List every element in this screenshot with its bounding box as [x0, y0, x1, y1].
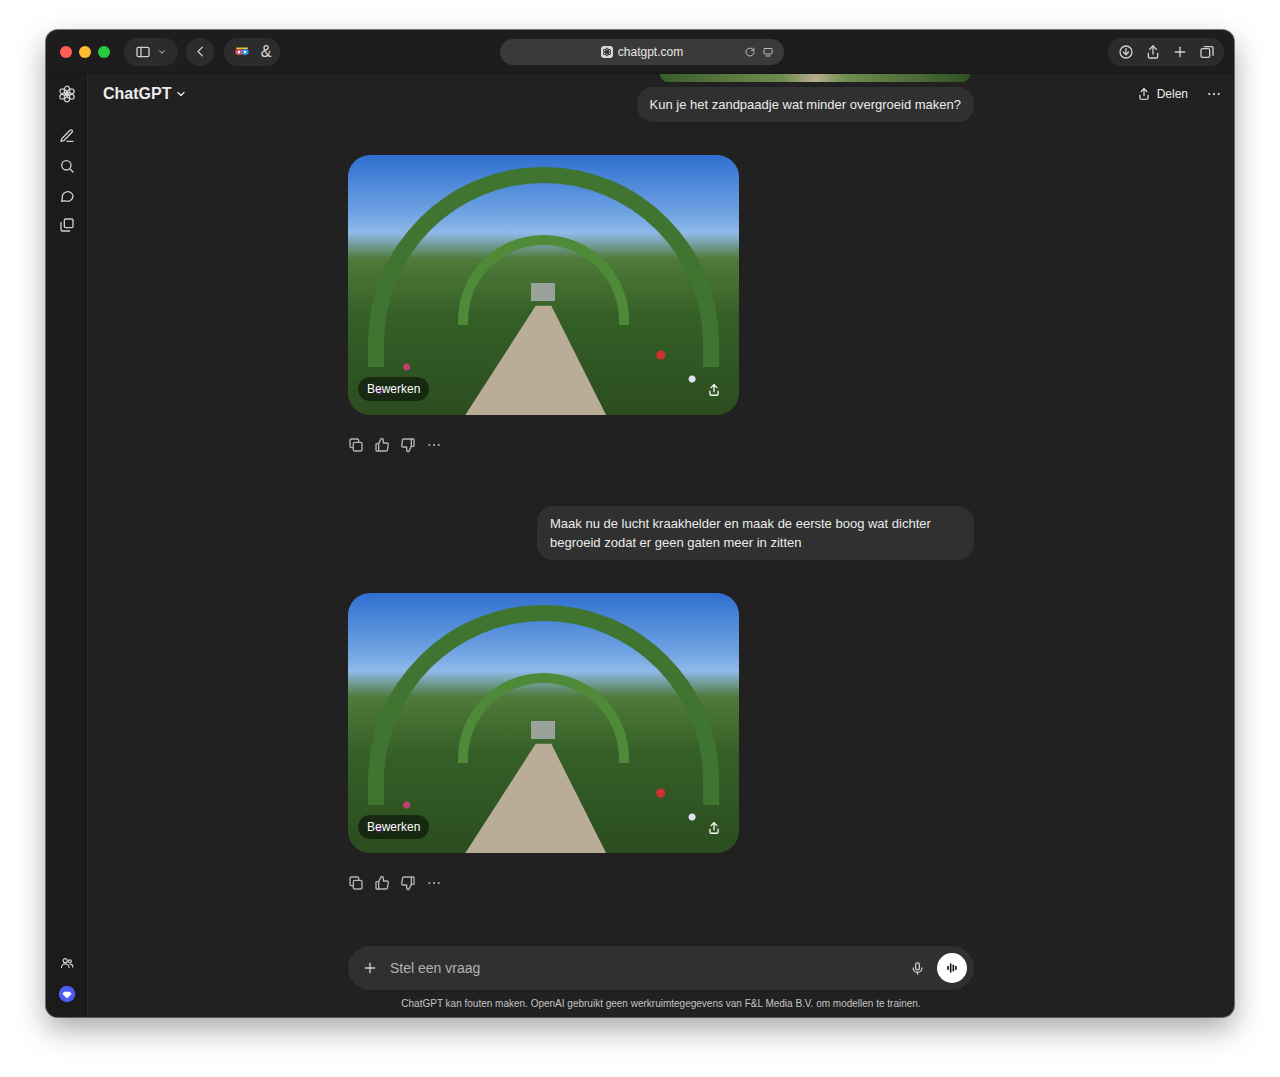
window-controls [60, 46, 110, 58]
toolbar-actions [1108, 38, 1224, 66]
photo-house [531, 721, 555, 739]
url-text: chatgpt.com [618, 45, 683, 59]
share-icon [707, 383, 721, 397]
mask-extension-icon[interactable] [233, 43, 251, 61]
chat-header: ChatGPT Delen [88, 74, 1234, 114]
back-arrow-icon [193, 44, 208, 59]
share-icon[interactable] [1145, 44, 1161, 60]
thumbs-down-icon[interactable] [400, 875, 416, 891]
message-actions [348, 435, 974, 455]
photo-arch [368, 605, 719, 805]
more-icon[interactable] [426, 875, 442, 891]
extension-button[interactable]: & [261, 43, 272, 61]
message-input[interactable] [388, 959, 910, 977]
user-message: Kun je het zandpaadje wat minder overgro… [637, 87, 974, 122]
zoom-button[interactable] [98, 46, 110, 58]
sidebar-toggle-button[interactable] [124, 38, 178, 66]
image-share-button[interactable] [707, 383, 721, 397]
microphone-icon[interactable] [910, 961, 925, 976]
image-message [660, 74, 970, 82]
generated-image[interactable]: Bewerken [348, 155, 739, 415]
model-picker[interactable]: ChatGPT [103, 85, 187, 103]
workspace-icon[interactable] [60, 956, 74, 970]
chat-panel: Kun je het zandpaadje wat minder overgro… [88, 74, 1234, 1017]
conversation: Kun je het zandpaadje wat minder overgro… [348, 74, 974, 946]
thumbs-down-icon[interactable] [400, 437, 416, 453]
message-actions [348, 873, 974, 893]
photo-arch [458, 673, 629, 763]
plus-icon[interactable] [362, 960, 378, 976]
upgrade-icon[interactable] [58, 985, 76, 1003]
chevron-down-icon [175, 88, 187, 100]
more-icon[interactable] [1206, 86, 1222, 102]
disclaimer: ChatGPT kan fouten maken. OpenAI gebruik… [348, 998, 974, 1010]
minimize-button[interactable] [79, 46, 91, 58]
copy-icon[interactable] [348, 437, 364, 453]
site-logo-icon [602, 47, 612, 57]
composer: ChatGPT kan fouten maken. OpenAI gebruik… [348, 946, 974, 1017]
thumbs-up-icon[interactable] [374, 875, 390, 891]
share-icon [1137, 87, 1151, 101]
share-icon [707, 821, 721, 835]
chatgpt-logo-icon[interactable] [57, 84, 77, 104]
voice-mode-button[interactable] [937, 953, 967, 983]
download-icon[interactable] [1118, 44, 1134, 60]
photo-arch [368, 167, 719, 367]
share-button[interactable]: Delen [1137, 87, 1188, 101]
reader-icon[interactable] [762, 46, 774, 58]
tabs-overview-icon[interactable] [1199, 44, 1215, 60]
extensions-group: & [224, 38, 280, 66]
waveform-icon [944, 960, 960, 976]
browser-toolbar: & chatgpt.com [46, 30, 1234, 74]
sidebar-icon [135, 44, 151, 60]
generated-image[interactable]: Bewerken [348, 593, 739, 853]
search-icon[interactable] [59, 158, 75, 174]
input-bar [348, 946, 974, 990]
reload-icon[interactable] [744, 46, 756, 58]
copy-icon[interactable] [348, 875, 364, 891]
close-button[interactable] [60, 46, 72, 58]
image-share-button[interactable] [707, 821, 721, 835]
user-message: Maak nu de lucht kraakhelder en maak de … [537, 506, 974, 560]
sidebar [46, 74, 88, 1017]
more-icon[interactable] [426, 437, 442, 453]
address-bar[interactable]: chatgpt.com [500, 39, 784, 65]
back-button[interactable] [186, 38, 214, 66]
photo-arch [458, 235, 629, 325]
favicon [601, 46, 613, 58]
browser-window: & chatgpt.com Kun je het zandpaadje wat mi… [46, 30, 1234, 1017]
new-chat-icon[interactable] [59, 128, 75, 144]
photo-house [531, 283, 555, 301]
chats-icon[interactable] [59, 188, 75, 204]
chevron-down-icon [157, 47, 167, 57]
library-icon[interactable] [59, 217, 75, 233]
edit-button[interactable]: Bewerken [358, 815, 429, 839]
new-tab-icon[interactable] [1172, 44, 1188, 60]
thumbs-up-icon[interactable] [374, 437, 390, 453]
edit-button[interactable]: Bewerken [358, 377, 429, 401]
